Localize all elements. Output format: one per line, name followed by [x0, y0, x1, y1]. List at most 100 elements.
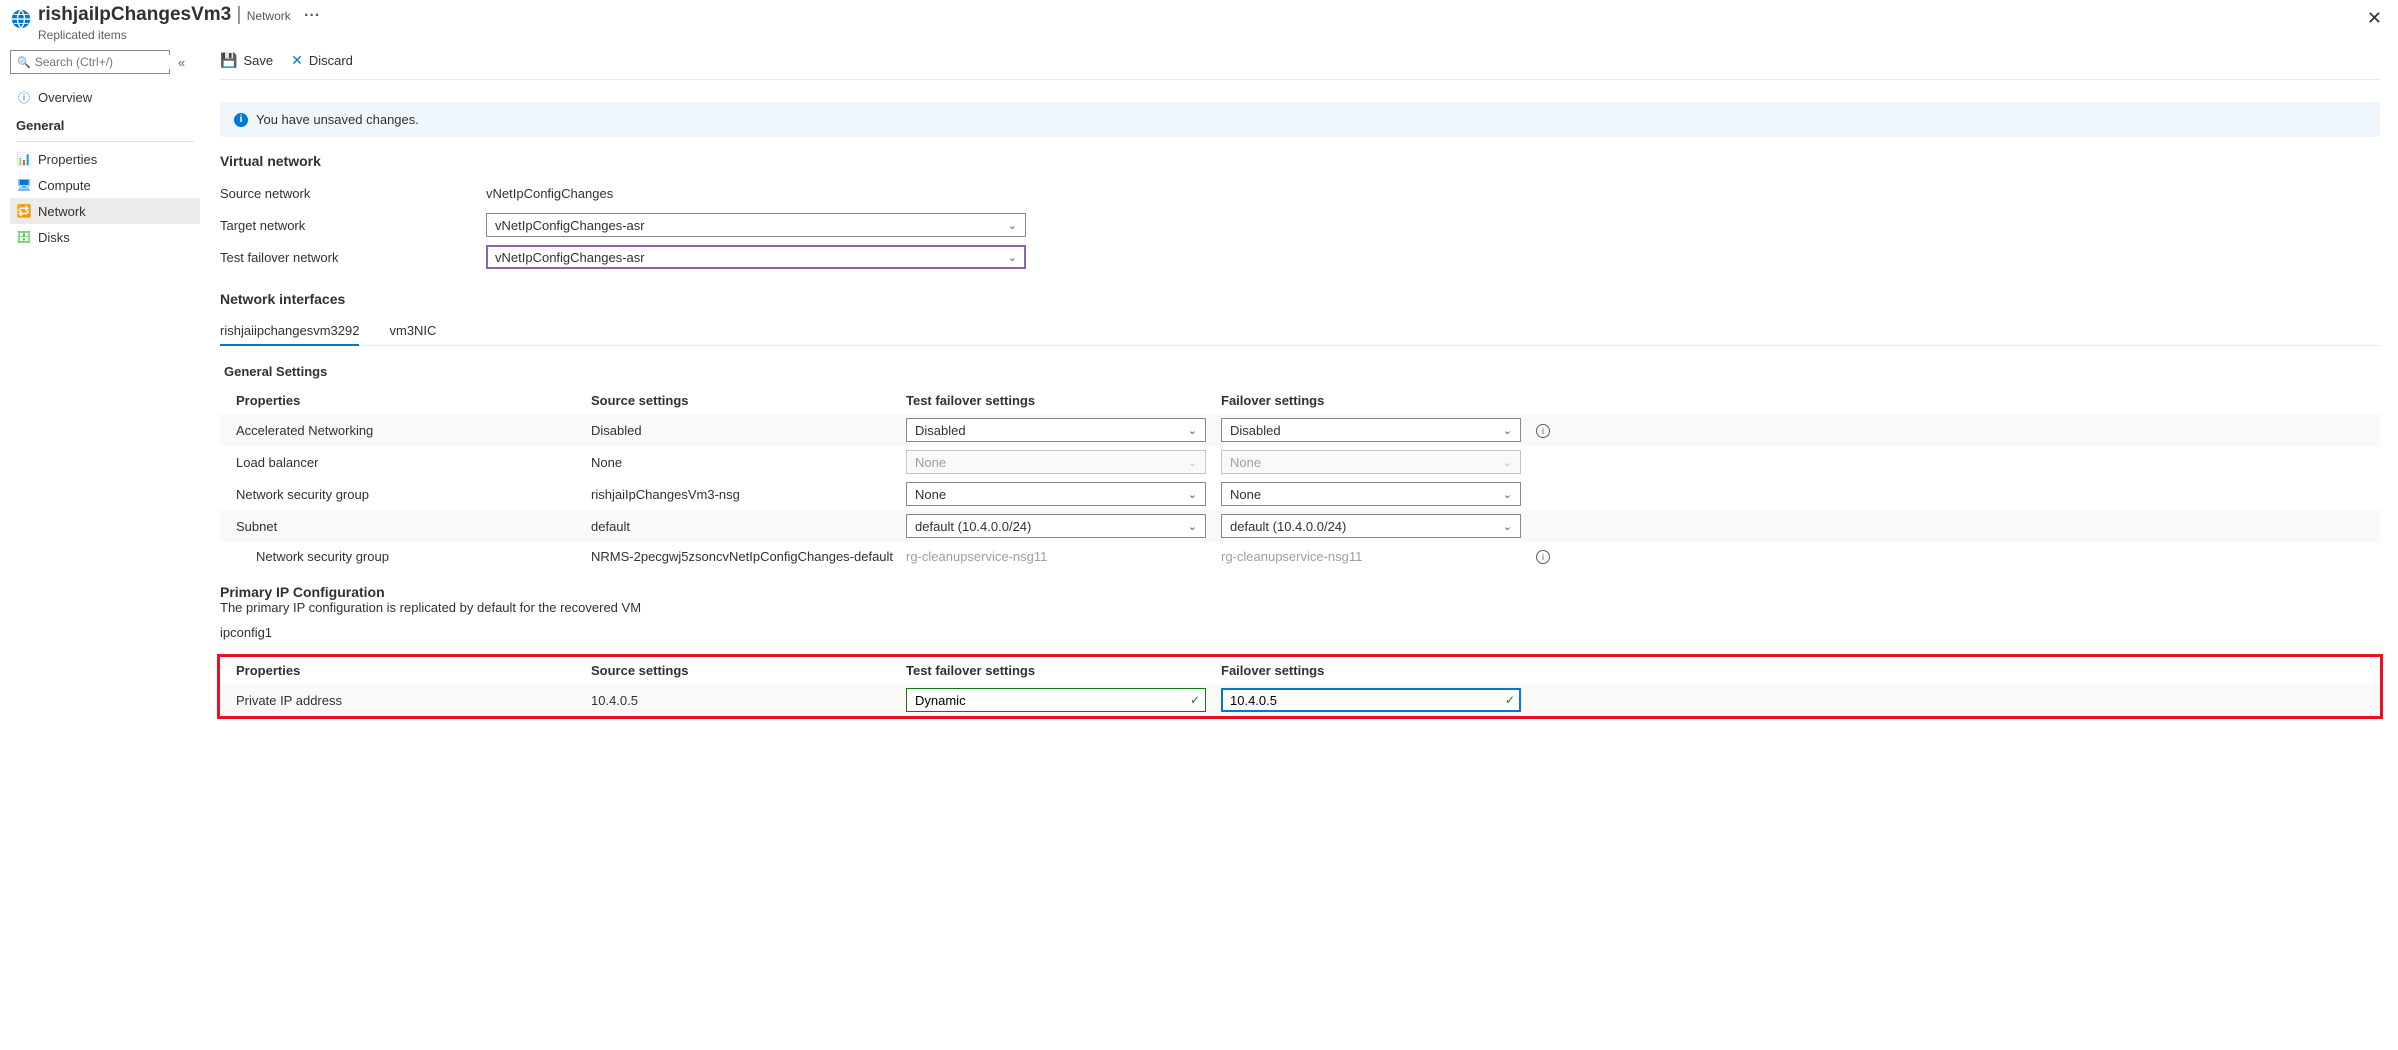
source-value: default	[591, 519, 906, 534]
source-value: 10.4.0.5	[591, 693, 906, 708]
sidebar-item-overview[interactable]: ⓘ Overview	[10, 84, 200, 110]
col-source: Source settings	[591, 663, 906, 678]
sidebar-separator	[16, 141, 194, 142]
tab-nic-2[interactable]: vm3NIC	[389, 317, 436, 345]
save-label: Save	[243, 53, 273, 68]
page-title: rishjaiIpChangesVm3 | Network ···	[38, 4, 2367, 26]
sidebar-collapse-button[interactable]: «	[178, 55, 185, 70]
col-fo: Failover settings	[1221, 663, 1536, 678]
disks-icon: 🗄	[16, 230, 32, 244]
row-info-button[interactable]: i	[1536, 550, 1550, 564]
ipconfig-name: ipconfig1	[220, 625, 2380, 640]
discard-icon: ✕	[291, 52, 303, 69]
breadcrumb: Replicated items	[38, 28, 2367, 42]
source-network-label: Source network	[220, 186, 486, 201]
fo-private-ip-input[interactable]	[1221, 688, 1521, 712]
info-icon: i	[234, 113, 248, 127]
check-icon: ✓	[1505, 693, 1515, 707]
unsaved-changes-banner: i You have unsaved changes.	[220, 102, 2380, 137]
sidebar-item-properties[interactable]: 📊 Properties	[10, 146, 200, 172]
row-info-button[interactable]: i	[1536, 424, 1550, 438]
sidebar-item-label: Network	[38, 204, 86, 219]
fo-subnet-dropdown[interactable]: default (10.4.0.0/24) ⌄	[1221, 514, 1521, 538]
prop-name: Accelerated Networking	[236, 423, 591, 438]
save-icon: 💾	[220, 52, 237, 69]
sidebar: 🔍 « ⓘ Overview General 📊 Properties 🖥 Co…	[0, 42, 200, 739]
prop-name: Network security group	[236, 487, 591, 502]
sidebar-item-disks[interactable]: 🗄 Disks	[10, 224, 200, 250]
chevron-down-icon: ⌄	[1503, 488, 1512, 501]
sidebar-item-label: Overview	[38, 90, 92, 105]
chevron-down-icon: ⌄	[1188, 520, 1197, 533]
col-properties: Properties	[236, 393, 591, 408]
close-button[interactable]: ✕	[2367, 8, 2382, 29]
properties-icon: 📊	[16, 152, 32, 166]
table-row: Subnet default default (10.4.0.0/24) ⌄ d…	[220, 510, 2380, 542]
tab-nic-1[interactable]: rishjaiipchangesvm3292	[220, 317, 359, 346]
table-row: Accelerated Networking Disabled Disabled…	[220, 414, 2380, 446]
target-network-dropdown[interactable]: vNetIpConfigChanges-asr ⌄	[486, 213, 1026, 237]
section-network-interfaces: Network interfaces	[220, 291, 2380, 307]
sidebar-item-network[interactable]: 🔁 Network	[10, 198, 200, 224]
table-row: Private IP address 10.4.0.5 ✓ ✓	[220, 684, 2380, 716]
tfo-private-ip-input[interactable]	[906, 688, 1206, 712]
sidebar-item-label: Compute	[38, 178, 91, 193]
fo-subnet-nsg: rg-cleanupservice-nsg11	[1221, 549, 1536, 564]
sidebar-item-label: Disks	[38, 230, 70, 245]
nic-tabs: rishjaiipchangesvm3292 vm3NIC	[220, 317, 2380, 346]
sidebar-item-compute[interactable]: 🖥 Compute	[10, 172, 200, 198]
tfo-accel-net-dropdown[interactable]: Disabled ⌄	[906, 418, 1206, 442]
ipconfig-table-header: Properties Source settings Test failover…	[220, 657, 2380, 684]
source-network-value: vNetIpConfigChanges	[486, 186, 613, 201]
tfo-subnet-nsg: rg-cleanupservice-nsg11	[906, 549, 1221, 564]
chevron-down-icon: ⌄	[1008, 219, 1017, 232]
ipconfig-desc: The primary IP configuration is replicat…	[220, 600, 2380, 615]
prop-name: Subnet	[236, 519, 591, 534]
col-tfo: Test failover settings	[906, 663, 1221, 678]
table-row: Network security group NRMS-2pecgwj5zson…	[220, 542, 2380, 570]
section-virtual-network: Virtual network	[220, 153, 2380, 169]
fo-nsg-dropdown[interactable]: None ⌄	[1221, 482, 1521, 506]
page-header: rishjaiIpChangesVm3 | Network ··· Replic…	[0, 0, 2398, 42]
resource-icon	[10, 8, 32, 30]
search-input[interactable]	[35, 55, 190, 69]
table-row: Network security group rishjaiIpChangesV…	[220, 478, 2380, 510]
discard-button[interactable]: ✕ Discard	[291, 52, 353, 69]
save-button[interactable]: 💾 Save	[220, 52, 273, 69]
discard-label: Discard	[309, 53, 353, 68]
source-value: rishjaiIpChangesVm3-nsg	[591, 487, 906, 502]
chevron-down-icon: ⌄	[1188, 456, 1197, 469]
more-actions-button[interactable]: ···	[304, 7, 320, 24]
chevron-down-icon: ⌄	[1503, 424, 1512, 437]
sidebar-group-general: General	[10, 110, 200, 137]
prop-name: Load balancer	[236, 455, 591, 470]
fo-accel-net-dropdown[interactable]: Disabled ⌄	[1221, 418, 1521, 442]
ipconfig-title: Primary IP Configuration	[220, 584, 2380, 600]
prop-name: Private IP address	[236, 693, 591, 708]
tfo-nsg-dropdown[interactable]: None ⌄	[906, 482, 1206, 506]
tfo-subnet-dropdown[interactable]: default (10.4.0.0/24) ⌄	[906, 514, 1206, 538]
tfo-network-dropdown[interactable]: vNetIpConfigChanges-asr ⌄	[486, 245, 1026, 269]
col-properties: Properties	[236, 663, 591, 678]
table-row: Load balancer None None ⌄ None ⌄	[220, 446, 2380, 478]
check-icon: ✓	[1190, 693, 1200, 707]
prop-name: Network security group	[236, 549, 591, 564]
chevron-down-icon: ⌄	[1008, 251, 1017, 264]
chevron-down-icon: ⌄	[1188, 424, 1197, 437]
col-tfo: Test failover settings	[906, 393, 1221, 408]
sidebar-item-label: Properties	[38, 152, 97, 167]
fo-lb-dropdown: None ⌄	[1221, 450, 1521, 474]
network-icon: 🔁	[16, 204, 32, 218]
table-header: Properties Source settings Test failover…	[220, 387, 2380, 414]
chevron-down-icon: ⌄	[1188, 488, 1197, 501]
search-input-wrap[interactable]: 🔍	[10, 50, 170, 74]
col-source: Source settings	[591, 393, 906, 408]
target-network-label: Target network	[220, 218, 486, 233]
source-value: Disabled	[591, 423, 906, 438]
tfo-network-label: Test failover network	[220, 250, 486, 265]
general-settings-table: Properties Source settings Test failover…	[220, 387, 2380, 570]
chevron-down-icon: ⌄	[1503, 520, 1512, 533]
content-area: 💾 Save ✕ Discard i You have unsaved chan…	[200, 42, 2398, 739]
search-icon: 🔍	[17, 56, 31, 69]
tfo-lb-dropdown: None ⌄	[906, 450, 1206, 474]
